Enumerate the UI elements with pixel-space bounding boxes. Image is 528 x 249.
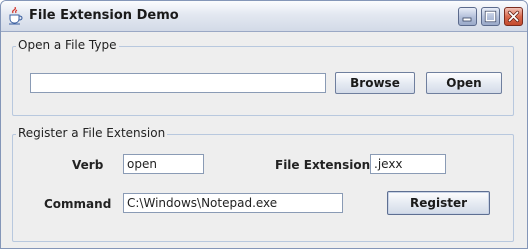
command-label: Command	[44, 197, 112, 211]
file-extension-label: File Extension	[275, 158, 371, 172]
maximize-icon	[484, 10, 497, 23]
browse-button[interactable]: Browse	[335, 72, 415, 94]
content-pane: Open a File Type Browse Open Register a …	[1, 32, 527, 248]
file-path-input[interactable]	[30, 73, 326, 93]
minimize-icon	[462, 17, 472, 22]
verb-input[interactable]: open	[123, 154, 204, 174]
close-button[interactable]	[504, 7, 523, 26]
title-bar[interactable]: File Extension Demo	[1, 1, 527, 32]
open-file-type-title: Open a File Type	[16, 38, 119, 52]
register-extension-title: Register a File Extension	[16, 126, 168, 140]
open-button[interactable]: Open	[426, 72, 502, 94]
app-window: File Extension Demo Open a File Type Bro…	[0, 0, 528, 249]
java-cup-icon[interactable]	[6, 6, 24, 25]
verb-label: Verb	[72, 158, 104, 172]
command-input[interactable]: C:\Windows\Notepad.exe	[123, 193, 343, 213]
register-extension-group	[12, 134, 514, 242]
window-title: File Extension Demo	[29, 8, 179, 23]
maximize-button[interactable]	[481, 7, 500, 26]
register-button[interactable]: Register	[387, 191, 490, 215]
close-icon	[507, 10, 520, 23]
minimize-button[interactable]	[458, 7, 477, 26]
file-extension-input[interactable]: .jexx	[370, 154, 446, 174]
